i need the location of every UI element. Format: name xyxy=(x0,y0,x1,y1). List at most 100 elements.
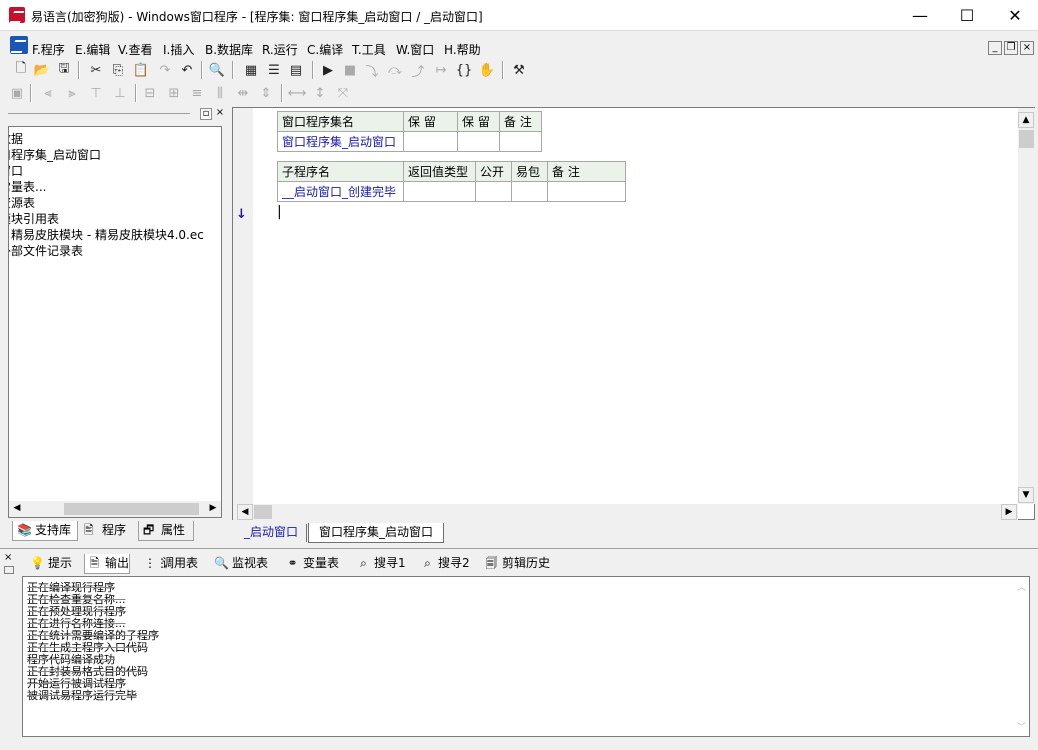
tree-item-skin-module[interactable]: 精易皮肤模块 - 精易皮肤模块4.0.ec xyxy=(11,227,204,243)
editor-horizontal-scrollbar[interactable]: ◀ ▶ xyxy=(233,504,1018,520)
close-button[interactable]: ✕ xyxy=(992,0,1038,31)
align-top-icon[interactable]: ⊤ xyxy=(87,84,105,102)
scroll-up-arrow-icon[interactable]: ▲ xyxy=(1018,112,1034,128)
tab-support-library[interactable]: 📚 支持库 xyxy=(12,521,78,541)
paste-icon[interactable]: 📋 xyxy=(132,61,150,79)
mdi-minimize-button[interactable]: _ xyxy=(988,41,1002,55)
tab-output[interactable]: 🗎 输出 xyxy=(84,554,131,574)
same-size-icon[interactable]: ⤧ xyxy=(334,84,352,102)
tab-program[interactable]: 🖹 程序 xyxy=(80,521,136,541)
menu-program[interactable]: F.程序 xyxy=(32,41,65,58)
space-v-icon[interactable]: ≡ xyxy=(188,84,206,102)
copy-icon[interactable]: ⎘ xyxy=(109,61,127,79)
mdi-restore-button[interactable]: ❐ xyxy=(1004,41,1018,55)
panel-close-icon[interactable]: × xyxy=(214,108,226,120)
tab-properties[interactable]: 🗗 属性 xyxy=(138,521,194,541)
step-out-icon[interactable]: ⤴ xyxy=(409,61,427,80)
run-to-cursor-icon[interactable]: ↦ xyxy=(432,61,450,79)
project-tree[interactable]: 数据 窗口程序集_启动窗口 窗口 常量表... 资源表 模块引用表 精易皮肤模块… xyxy=(8,126,222,518)
table-cell[interactable] xyxy=(475,181,512,202)
scroll-left-arrow-icon[interactable]: ◀ xyxy=(9,501,25,517)
tab-variables[interactable]: ⚭ 变量表 xyxy=(283,554,339,574)
document-icon[interactable] xyxy=(10,36,28,54)
open-folder-icon[interactable]: 📂 xyxy=(33,61,51,79)
scroll-thumb[interactable] xyxy=(1019,130,1034,148)
center-v-icon[interactable]: ⊞ xyxy=(165,84,183,102)
tab-search2[interactable]: ⌕ 搜寻2 xyxy=(418,554,470,574)
bottom-pin-icon[interactable] xyxy=(4,566,14,574)
table-cell[interactable] xyxy=(403,181,476,202)
tab-hint[interactable]: 💡 提示 xyxy=(28,554,72,574)
save-icon[interactable]: 🖫 xyxy=(55,61,73,79)
output-scroll-up-icon[interactable]: ︿ xyxy=(1017,580,1026,593)
scroll-left-arrow-icon[interactable]: ◀ xyxy=(237,504,253,520)
layout-rows-icon[interactable]: ☰ xyxy=(265,61,283,79)
scroll-thumb[interactable] xyxy=(64,503,199,515)
tree-item-resources[interactable]: 资源表 xyxy=(9,195,35,211)
cut-icon[interactable]: ✂ xyxy=(87,61,105,79)
tree-item-constants[interactable]: 常量表... xyxy=(9,179,46,195)
menu-window[interactable]: W.窗口 xyxy=(396,41,434,58)
spread-h-icon[interactable]: ⇹ xyxy=(234,84,252,102)
debug-tool-icon[interactable]: ⚒ xyxy=(510,61,528,79)
run-icon[interactable]: ▶ xyxy=(319,61,337,79)
table-cell[interactable] xyxy=(547,181,626,202)
output-scroll-down-icon[interactable]: ﹀ xyxy=(1017,720,1026,733)
bottom-close-icon[interactable]: × xyxy=(4,552,12,563)
tree-item-window[interactable]: 窗口 xyxy=(9,163,23,179)
undo-icon[interactable]: ↶ xyxy=(178,61,196,79)
tree-item-data[interactable]: 数据 xyxy=(9,131,23,147)
minimize-button[interactable]: — xyxy=(897,0,943,31)
center-h-icon[interactable]: ⊟ xyxy=(141,84,159,102)
tree-item-module-refs[interactable]: 模块引用表 xyxy=(9,211,59,227)
program-set-name-cell[interactable]: 窗口程序集_启动窗口 xyxy=(277,131,404,152)
menu-compile[interactable]: C.编译 xyxy=(307,41,343,58)
align-grid-icon[interactable]: ▣ xyxy=(8,84,26,102)
table-cell[interactable] xyxy=(403,131,458,152)
stop-icon[interactable]: ■ xyxy=(341,61,359,79)
tab-call-stack[interactable]: ⋮⋮ 调用表 xyxy=(142,554,198,574)
scroll-right-arrow-icon[interactable]: ▶ xyxy=(1001,504,1017,520)
menu-run[interactable]: R.运行 xyxy=(262,41,298,58)
step-into-icon[interactable]: ⤵ xyxy=(363,61,381,80)
breakpoint-icon[interactable]: {} xyxy=(455,61,473,79)
align-right-icon[interactable]: ⫸ xyxy=(63,84,81,102)
menu-view[interactable]: V.查看 xyxy=(118,41,152,58)
menu-tools[interactable]: T.工具 xyxy=(352,41,386,58)
space-h-icon[interactable]: ⫼ xyxy=(211,84,229,102)
same-height-icon[interactable]: ↕ xyxy=(311,84,329,102)
layout-table-icon[interactable]: ▦ xyxy=(242,61,260,79)
tab-start-window[interactable]: _启动窗口 xyxy=(236,524,308,542)
new-file-icon[interactable]: 🗋 xyxy=(12,61,30,79)
table-cell[interactable] xyxy=(499,131,542,152)
tab-clipboard-history[interactable]: 🗐 剪辑历史 xyxy=(482,554,551,574)
tab-watch[interactable]: 🔍 监视表 xyxy=(212,554,268,574)
menu-edit[interactable]: E.编辑 xyxy=(75,41,110,58)
menu-help[interactable]: H.帮助 xyxy=(444,41,481,58)
scroll-thumb[interactable] xyxy=(254,505,272,519)
find-icon[interactable]: 🔍 xyxy=(208,61,226,79)
table-cell[interactable] xyxy=(511,181,548,202)
step-over-icon[interactable]: ⤼ xyxy=(386,61,404,79)
maximize-button[interactable]: ☐ xyxy=(944,0,990,31)
output-panel[interactable]: 正在编译现行程序 正在检查重复名称... 正在预处理现行程序 正在进行名称连接.… xyxy=(22,576,1030,737)
panel-grip[interactable] xyxy=(8,113,190,114)
spread-v-icon[interactable]: ⇕ xyxy=(257,84,275,102)
align-left-icon[interactable]: ⫷ xyxy=(39,84,57,102)
tree-horizontal-scrollbar[interactable]: ◀ ▶ xyxy=(9,501,221,517)
menu-database[interactable]: B.数据库 xyxy=(205,41,253,58)
hand-icon[interactable]: ✋ xyxy=(478,61,496,79)
same-width-icon[interactable]: ⟷ xyxy=(288,84,307,102)
tab-program-set[interactable]: 窗口程序集_启动窗口 xyxy=(308,523,445,543)
panel-pin-icon[interactable]: ▫ xyxy=(200,108,212,120)
redo-icon[interactable]: ↷ xyxy=(156,61,174,79)
scroll-down-arrow-icon[interactable]: ▼ xyxy=(1018,487,1034,503)
tab-search1[interactable]: ⌕ 搜寻1 xyxy=(354,554,406,574)
tree-item-external-files[interactable]: 外部文件记录表 xyxy=(9,243,83,259)
align-bottom-icon[interactable]: ⊥ xyxy=(111,84,129,102)
mdi-close-button[interactable]: × xyxy=(1020,41,1034,55)
menu-insert[interactable]: I.插入 xyxy=(163,41,194,58)
layout-grid-icon[interactable]: ▤ xyxy=(287,61,305,79)
subroutine-name-cell[interactable]: __启动窗口_创建完毕 xyxy=(277,181,404,202)
table-cell[interactable] xyxy=(457,131,500,152)
